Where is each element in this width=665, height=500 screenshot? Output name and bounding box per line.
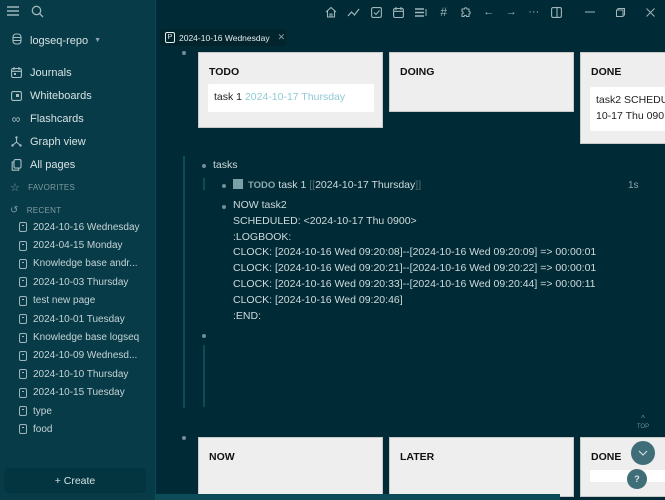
search-icon[interactable] (30, 4, 44, 18)
whiteboard-icon (10, 90, 22, 102)
page-icon (19, 406, 27, 417)
pages-icon (10, 158, 22, 171)
block-task2[interactable]: NOW task2 SCHEDULED: <2024-10-17 Thu 090… (233, 198, 596, 324)
list-icon[interactable] (410, 1, 433, 23)
window-controls (575, 0, 665, 24)
page-icon (19, 258, 27, 269)
recent-item[interactable]: test new page (19, 292, 154, 310)
thread-line (183, 156, 185, 408)
more-icon[interactable]: ··· (523, 1, 546, 23)
clock-time: 1s (628, 180, 639, 191)
recent-item[interactable]: 2024-10-16 Wednesday (19, 218, 154, 236)
page-icon (19, 240, 27, 251)
page-tab-title: 2024-10-16 Wednesday (179, 32, 270, 43)
calendar-icon (10, 67, 22, 79)
date-link[interactable]: 2024-10-17 Thursday (315, 179, 415, 191)
page-icon (19, 314, 27, 325)
block-bullet[interactable] (222, 205, 226, 209)
hash-icon[interactable]: # (433, 1, 456, 23)
checkbox-icon[interactable] (365, 1, 388, 23)
close-icon[interactable] (635, 1, 665, 23)
chevron-up-icon: ^ (641, 414, 645, 423)
kanban-card[interactable]: task 1 2024-10-17 Thursday (208, 84, 374, 112)
scroll-top-button[interactable]: ^ TOP (633, 415, 653, 437)
kanban-column-later: LATER (389, 437, 574, 497)
puzzle-icon[interactable] (455, 1, 478, 23)
sidebar-item-graph-view[interactable]: Graph view (10, 130, 150, 153)
kanban-card[interactable]: task2 SCHEDU 10-17 Thu 090 (590, 87, 665, 131)
recent-item[interactable]: 2024-10-09 Wednesd... (19, 347, 154, 365)
recent-list: 2024-10-16 Wednesday 2024-04-15 Monday K… (19, 218, 154, 439)
chevron-down-icon: ▼ (94, 37, 102, 44)
page-icon (19, 332, 27, 343)
sidebar-item-journals[interactable]: Journals (10, 61, 150, 84)
recent-item[interactable]: 2024-04-15 Monday (19, 236, 154, 254)
page-icon (19, 424, 27, 435)
recent-item[interactable]: type (19, 402, 154, 420)
recent-item[interactable]: food (19, 420, 154, 438)
graph-activity-icon[interactable] (343, 1, 366, 23)
kanban-column-now: NOW (198, 437, 383, 497)
todo-checkbox[interactable] (233, 179, 243, 189)
arrow-right-icon[interactable]: → (500, 1, 523, 23)
arrow-left-icon[interactable]: ← (478, 1, 501, 23)
recent-item[interactable]: Knowledge base andr... (19, 255, 154, 273)
page-icon (19, 387, 27, 398)
block-bullet[interactable] (182, 436, 186, 440)
block-bullet[interactable] (202, 164, 206, 168)
menu-icon[interactable] (6, 4, 20, 18)
page-icon (19, 369, 27, 380)
page-badge-icon: P (165, 32, 175, 43)
block-bullet[interactable] (222, 184, 226, 188)
repo-selector[interactable]: logseq-repo ▼ (12, 33, 101, 48)
infinity-icon: ∞ (11, 111, 21, 126)
graph-icon (10, 136, 22, 148)
page-tab[interactable]: P 2024-10-16 Wednesday ✕ (160, 29, 286, 46)
close-tab-icon[interactable]: ✕ (278, 32, 286, 43)
recent-item[interactable]: 2024-10-01 Tuesday (19, 310, 154, 328)
recent-item[interactable]: 2024-10-15 Tuesday (19, 384, 154, 402)
top-toolbar: # ← → ··· (320, 0, 568, 24)
sidebar-item-flashcards[interactable]: ∞ Flashcards (10, 107, 150, 130)
home-icon[interactable] (320, 1, 343, 23)
page-icon (19, 350, 27, 361)
kanban-column-doing: DOING (389, 52, 574, 112)
database-icon (12, 33, 22, 48)
left-sidebar: logseq-repo ▼ Journals Whiteboards ∞ Fla… (0, 0, 156, 500)
block-task1[interactable]: TODO task 1 [[2024-10-17 Thursday]] (233, 178, 421, 194)
sidebar-item-whiteboards[interactable]: Whiteboards (10, 84, 150, 107)
create-button[interactable]: + Create (4, 468, 146, 493)
kanban-column-done: DONE task2 SCHEDU 10-17 Thu 090 (580, 52, 665, 144)
date-link[interactable]: 2024-10-17 Thursday (245, 91, 345, 103)
recent-item[interactable]: 2024-10-03 Thursday (19, 273, 154, 291)
restore-icon[interactable] (605, 1, 635, 23)
minimize-icon[interactable] (575, 1, 605, 23)
horizontal-scrollbar[interactable] (156, 494, 560, 500)
help-button[interactable]: ? (627, 469, 647, 489)
thread-line (203, 178, 205, 190)
todo-marker: TODO (248, 180, 276, 191)
block-bullet[interactable] (202, 334, 206, 338)
recent-item[interactable]: 2024-10-10 Thursday (19, 365, 154, 383)
page-icon (19, 295, 27, 306)
page-icon (19, 277, 27, 288)
history-icon: ↺ (10, 205, 19, 216)
repo-name: logseq-repo (30, 34, 89, 47)
sidebar-toggle-icon[interactable] (545, 1, 568, 23)
thread-line (203, 345, 205, 407)
kanban-column-todo: TODO task 1 2024-10-17 Thursday (198, 52, 383, 128)
block-tasks[interactable]: tasks (213, 158, 238, 174)
chevron-down-icon (638, 450, 648, 456)
star-icon: ☆ (10, 182, 21, 194)
favorites-section[interactable]: ☆ FAVORITES (10, 176, 150, 199)
sidebar-item-all-pages[interactable]: All pages (10, 153, 150, 176)
page-icon (19, 222, 27, 233)
recent-item[interactable]: Knowledge base logseq (19, 328, 154, 346)
scroll-down-button[interactable] (631, 441, 655, 465)
block-bullet[interactable] (182, 51, 186, 55)
calendar-icon[interactable] (388, 1, 411, 23)
